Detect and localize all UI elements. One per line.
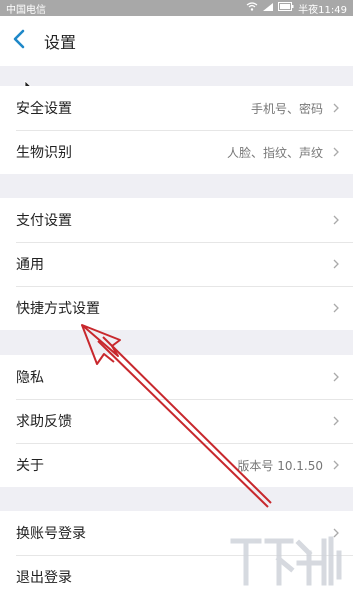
row-value: 版本号 10.1.50 bbox=[237, 458, 323, 473]
row-value: 手机号、密码 bbox=[250, 101, 323, 116]
privacy-row[interactable]: 隐私 bbox=[0, 355, 353, 399]
row-label: 退出登录 bbox=[16, 570, 72, 586]
security-settings-row[interactable]: 安全设置 手机号、密码 bbox=[0, 86, 353, 130]
time-label: 半夜11:49 bbox=[298, 4, 347, 16]
shortcut-settings-row[interactable]: 快捷方式设置 bbox=[0, 286, 353, 330]
row-label: 安全设置 bbox=[16, 101, 72, 117]
row-label: 求助反馈 bbox=[16, 414, 72, 430]
row-label: 关于 bbox=[16, 458, 44, 474]
signal-icon bbox=[262, 2, 274, 15]
chevron-right-icon bbox=[333, 372, 339, 382]
status-right: 半夜11:49 bbox=[246, 1, 347, 16]
row-label: 支付设置 bbox=[16, 213, 72, 229]
settings-group-2: 支付设置 通用 快捷方式设置 bbox=[0, 198, 353, 330]
general-row[interactable]: 通用 bbox=[0, 242, 353, 286]
wifi-icon bbox=[246, 1, 258, 15]
chevron-right-icon bbox=[333, 215, 339, 225]
settings-group-3: 隐私 求助反馈 关于 版本号 10.1.50 bbox=[0, 355, 353, 487]
biometric-row[interactable]: 生物识别 人脸、指纹、声纹 bbox=[0, 130, 353, 174]
watermark-logo-icon bbox=[230, 536, 342, 586]
chevron-right-icon bbox=[333, 147, 339, 157]
back-chevron-icon[interactable] bbox=[12, 28, 32, 54]
help-feedback-row[interactable]: 求助反馈 bbox=[0, 399, 353, 443]
row-label: 换账号登录 bbox=[16, 526, 86, 542]
page-title: 设置 bbox=[44, 33, 77, 52]
header-bar: 设置 bbox=[0, 16, 353, 66]
battery-icon bbox=[278, 2, 294, 14]
row-label: 快捷方式设置 bbox=[16, 301, 100, 317]
chevron-right-icon bbox=[333, 259, 339, 269]
chevron-right-icon bbox=[333, 460, 339, 470]
chevron-right-icon bbox=[333, 303, 339, 313]
payment-settings-row[interactable]: 支付设置 bbox=[0, 198, 353, 242]
status-bar: 中国电信 半夜11:49 bbox=[0, 0, 353, 16]
row-label: 通用 bbox=[16, 257, 44, 273]
row-label: 隐私 bbox=[16, 370, 44, 386]
row-label: 生物识别 bbox=[16, 145, 72, 161]
carrier-label: 中国电信 bbox=[6, 4, 46, 16]
row-value: 人脸、指纹、声纹 bbox=[226, 145, 323, 160]
chevron-right-icon bbox=[333, 416, 339, 426]
settings-group-1: 安全设置 手机号、密码 生物识别 人脸、指纹、声纹 bbox=[0, 86, 353, 174]
chevron-right-icon bbox=[333, 103, 339, 113]
about-row[interactable]: 关于 版本号 10.1.50 bbox=[0, 443, 353, 487]
